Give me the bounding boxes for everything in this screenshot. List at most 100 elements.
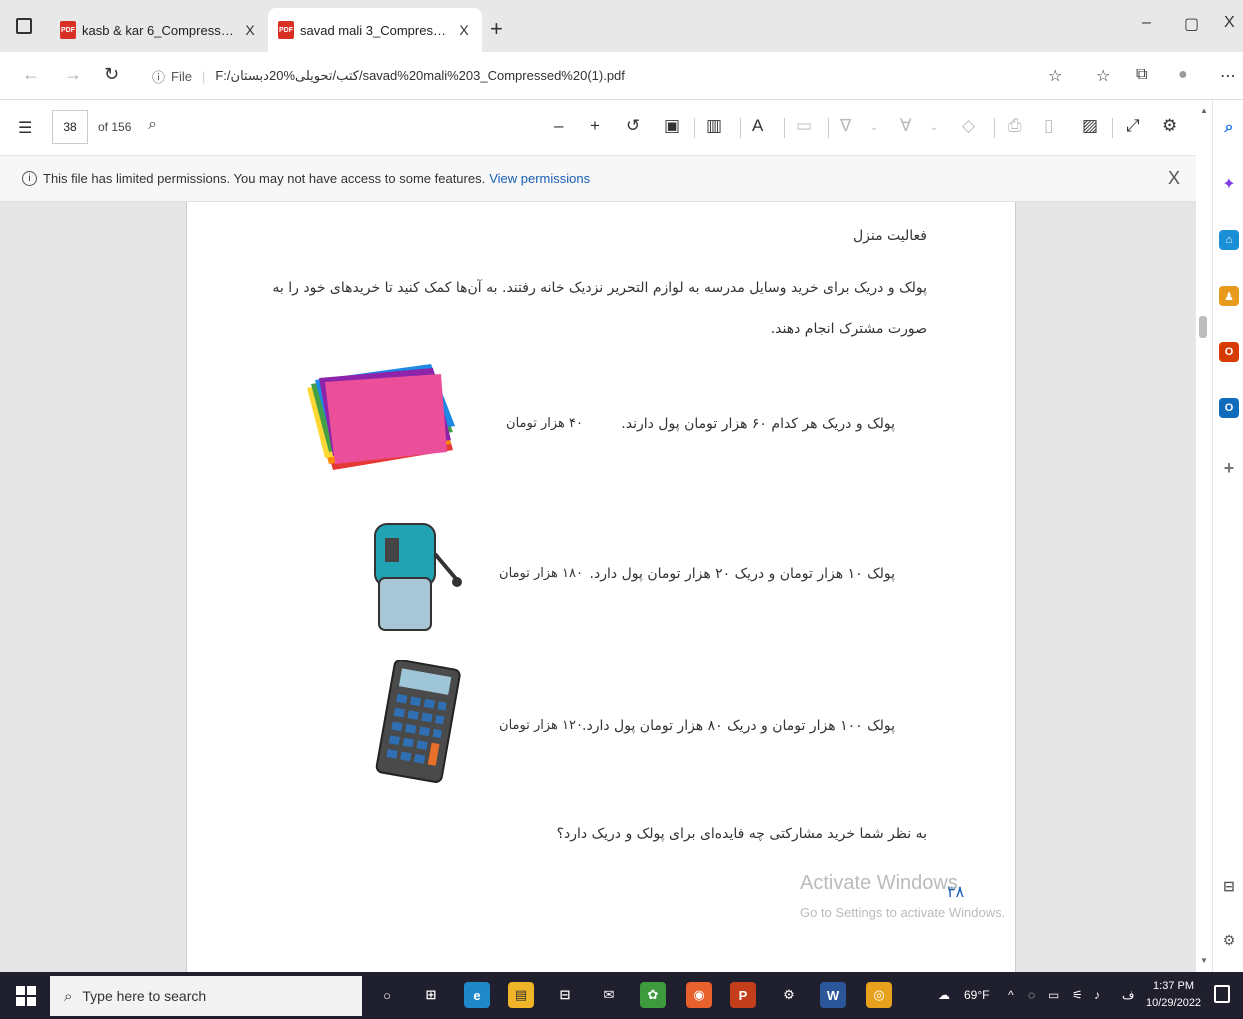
- row-price: ۱۸۰ هزار تومان: [499, 566, 583, 581]
- view-permissions-link[interactable]: View permissions: [489, 171, 590, 186]
- language-icon[interactable]: ف: [1122, 988, 1134, 1002]
- browser-window: PDF kasb & kar 6_Compressed.pdf X PDF sa…: [0, 0, 1243, 1019]
- discover-icon[interactable]: ✦: [1219, 174, 1239, 194]
- add-icon[interactable]: +: [1219, 458, 1239, 478]
- tab-actions-icon[interactable]: [16, 18, 32, 34]
- windows-start-icon[interactable]: [16, 986, 36, 1006]
- fit-page-icon[interactable]: ▣: [664, 116, 680, 136]
- close-window-button[interactable]: X: [1224, 14, 1235, 32]
- file-explorer-icon[interactable]: ▤: [508, 982, 534, 1008]
- rotate-icon[interactable]: ↺: [626, 116, 640, 136]
- chevron-down-icon[interactable]: ⌄: [870, 122, 878, 133]
- sidebar-layout-icon[interactable]: ⊟: [1219, 876, 1239, 896]
- permissions-info-bar: i This file has limited permissions. You…: [0, 156, 1200, 202]
- toolbar-divider: [1112, 118, 1113, 138]
- question-text: به نظر شما خرید مشارکتی چه فایده‌ای برای…: [556, 826, 927, 842]
- read-aloud-icon[interactable]: A: [752, 116, 763, 136]
- tab-savad-mali[interactable]: PDF savad mali 3_Compressed (1).pdf X: [268, 8, 482, 52]
- new-tab-button[interactable]: +: [490, 16, 503, 42]
- search-placeholder: Type here to search: [82, 988, 207, 1004]
- weather-temp[interactable]: 69°F: [964, 988, 989, 1002]
- erase-icon[interactable]: ◇: [962, 116, 975, 136]
- wifi-icon[interactable]: ⚟: [1072, 988, 1083, 1002]
- battery-icon[interactable]: ▭: [1048, 988, 1059, 1002]
- pdf-page: فعالیت منزل پولک و دریک برای خرید وسایل …: [186, 202, 1016, 972]
- collections-icon[interactable]: ⧉: [1136, 66, 1147, 84]
- tab-close-icon[interactable]: X: [242, 22, 258, 38]
- search-icon[interactable]: ⌕: [148, 116, 157, 134]
- vertical-scrollbar[interactable]: ▲ ▼: [1196, 100, 1212, 972]
- save-as-icon[interactable]: ▨: [1082, 116, 1098, 136]
- site-info-icon[interactable]: ⓘ: [152, 67, 165, 86]
- task-view-icon[interactable]: ⊞: [418, 982, 444, 1008]
- toolbar-divider: [694, 118, 695, 138]
- sidebar-settings-gear-icon[interactable]: ⚙: [1219, 930, 1239, 950]
- chrome-icon[interactable]: ◎: [866, 982, 892, 1008]
- url-scheme: File: [171, 68, 192, 84]
- shopping-icon[interactable]: ⌂: [1219, 230, 1239, 250]
- edge-icon[interactable]: e: [464, 982, 490, 1008]
- print-icon[interactable]: ⎙: [1008, 116, 1022, 136]
- table-of-contents-icon[interactable]: ☰: [18, 118, 32, 138]
- save-icon[interactable]: ▯: [1044, 116, 1053, 136]
- row-text: پولک و دریک هر کدام ۶۰ هزار تومان پول دا…: [621, 416, 895, 432]
- cortana-icon[interactable]: ○: [374, 982, 400, 1008]
- powerpoint-icon[interactable]: P: [730, 982, 756, 1008]
- network-icon[interactable]: ◌: [1028, 988, 1035, 1002]
- zoom-out-button[interactable]: –: [554, 116, 563, 136]
- scrollbar-thumb[interactable]: [1199, 316, 1207, 338]
- settings-gear-icon[interactable]: ⚙: [1162, 116, 1177, 136]
- chevron-down-icon[interactable]: ⌄: [930, 122, 938, 133]
- word-icon[interactable]: W: [820, 982, 846, 1008]
- back-icon[interactable]: ←: [22, 64, 40, 85]
- activate-windows-watermark: Activate Windows: [800, 872, 958, 894]
- add-text-icon[interactable]: ▭: [796, 116, 812, 136]
- outlook-icon[interactable]: O: [1219, 398, 1239, 418]
- store-icon[interactable]: ⊟: [552, 982, 578, 1008]
- tab-close-icon[interactable]: X: [456, 22, 472, 38]
- office-icon[interactable]: O: [1219, 342, 1239, 362]
- search-icon: ⌕: [64, 987, 73, 1005]
- highlight-icon[interactable]: ∀: [900, 116, 912, 136]
- taskbar-search-field[interactable]: ⌕ Type here to search: [50, 976, 362, 1016]
- settings-gear-icon[interactable]: ⚙: [776, 982, 802, 1008]
- weather-icon[interactable]: ☁: [938, 988, 950, 1002]
- url-field[interactable]: ⓘ File | F:/کتب/تحویلی%20دبستان/savad%20…: [140, 60, 1080, 92]
- taskbar-clock[interactable]: 1:37 PM 10/29/2022: [1146, 978, 1201, 1012]
- favorites-icon[interactable]: ☆: [1096, 66, 1110, 86]
- calculator-icon: [375, 660, 461, 783]
- read-aloud-icon[interactable]: ☆: [1048, 66, 1062, 86]
- games-icon[interactable]: ♟: [1219, 286, 1239, 306]
- tab-title: savad mali 3_Compressed (1).pdf: [300, 22, 450, 38]
- url-text[interactable]: F:/کتب/تحویلی%20دبستان/savad%20mali%203_…: [215, 68, 625, 84]
- search-icon[interactable]: ⌕: [1219, 118, 1239, 138]
- pdf-viewer[interactable]: فعالیت منزل پولک و دریک برای خرید وسایل …: [0, 202, 1200, 972]
- restore-button[interactable]: ▢: [1184, 14, 1199, 34]
- close-icon[interactable]: X: [1168, 168, 1180, 189]
- pencil-sharpener-icon: [374, 523, 462, 631]
- scroll-up-icon[interactable]: ▲: [1200, 106, 1208, 115]
- activate-windows-subtext: Go to Settings to activate Windows.: [800, 905, 1006, 920]
- tab-strip: PDF kasb & kar 6_Compressed.pdf X PDF sa…: [0, 0, 1243, 52]
- pdf-icon: PDF: [278, 21, 294, 39]
- forward-icon[interactable]: →: [64, 64, 82, 85]
- notifications-icon[interactable]: [1214, 985, 1230, 1003]
- tab-kasb-kar[interactable]: PDF kasb & kar 6_Compressed.pdf X: [50, 8, 268, 52]
- refresh-icon[interactable]: ↻: [104, 64, 119, 85]
- zoom-in-button[interactable]: +: [590, 116, 600, 136]
- page-number-input[interactable]: 38: [52, 110, 88, 144]
- profile-icon[interactable]: ●: [1178, 66, 1188, 84]
- clock-time: 1:37 PM: [1153, 980, 1195, 992]
- row-price: ۴۰ هزار تومان: [506, 416, 583, 431]
- more-menu-icon[interactable]: ⋯: [1220, 66, 1236, 86]
- scroll-down-icon[interactable]: ▼: [1200, 956, 1208, 965]
- firefox-icon[interactable]: ◉: [686, 982, 712, 1008]
- minimize-button[interactable]: –: [1142, 14, 1151, 32]
- page-view-icon[interactable]: ▥: [706, 116, 722, 136]
- draw-icon[interactable]: ∇: [840, 116, 851, 136]
- fullscreen-icon[interactable]: ⤢: [1126, 116, 1140, 136]
- winrar-icon[interactable]: ✿: [640, 982, 666, 1008]
- volume-icon[interactable]: ♪: [1094, 988, 1100, 1002]
- mail-icon[interactable]: ✉: [596, 982, 622, 1008]
- tray-chevron-icon[interactable]: ^: [1008, 988, 1014, 1002]
